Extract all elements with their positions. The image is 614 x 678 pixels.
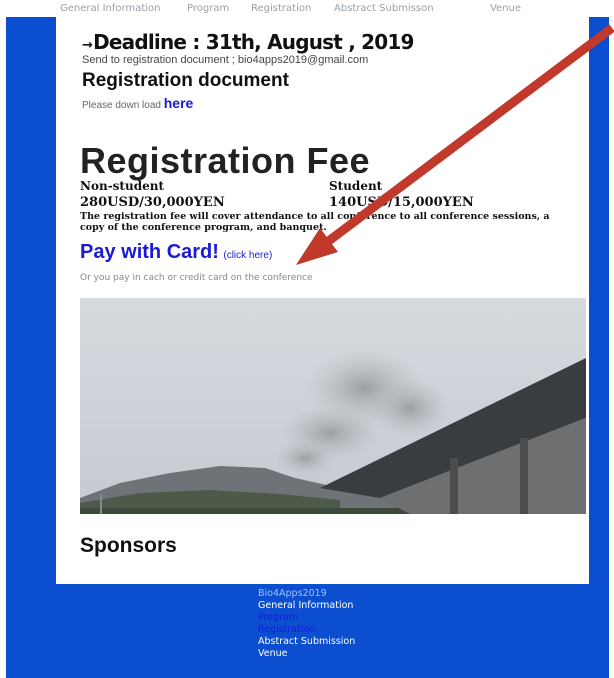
topnav-venue[interactable]: Venue (490, 3, 521, 14)
send-to-email-text: Send to registration document ; bio4apps… (82, 54, 369, 66)
non-student-price: 280USD/30,000YEN (80, 195, 225, 210)
pay-with-card-label: Pay with Card! (80, 241, 219, 263)
topnav-registration[interactable]: Registration (251, 3, 311, 14)
volcano-photo (80, 298, 586, 514)
deadline-heading: →Deadline : 31th, August , 2019 (82, 30, 414, 54)
top-navigation: General Information Program Registration… (0, 0, 614, 17)
volcano-photo-image (80, 298, 586, 514)
pay-with-card-link[interactable]: Pay with Card! (click here) (80, 241, 272, 264)
registration-document-heading: Registration document (82, 70, 289, 91)
download-prefix: Please down load (82, 100, 161, 111)
sponsors-heading: Sponsors (80, 534, 177, 557)
registration-fee-title: Registration Fee (80, 140, 371, 181)
arrow-right-icon: → (82, 38, 93, 53)
footer-link-program[interactable]: Program (258, 612, 355, 624)
footer-link-abstract-submission[interactable]: Abstract Submission (258, 636, 355, 648)
download-line: Please down load here (82, 95, 193, 111)
student-price: 140USD/15,000YEN (329, 195, 474, 210)
fee-coverage-note: The registration fee will cover attendan… (80, 211, 550, 233)
footer-link-registration[interactable]: Registration (258, 624, 355, 636)
footer-link-venue[interactable]: Venue (258, 648, 355, 660)
topnav-program[interactable]: Program (187, 3, 229, 14)
download-here-link[interactable]: here (164, 95, 194, 111)
student-label: Student (329, 179, 383, 193)
pay-at-conference-note: Or you pay in cach or credit card on the… (80, 273, 313, 283)
topnav-general-information[interactable]: General Information (60, 3, 160, 14)
footer-navigation: Bio4Apps2019 General Information Program… (258, 588, 355, 660)
non-student-label: Non-student (80, 179, 164, 193)
click-here-label: (click here) (223, 250, 273, 261)
footer-link-general-information[interactable]: General Information (258, 600, 355, 612)
deadline-text: Deadline : 31th, August , 2019 (93, 30, 414, 54)
footer-site-title: Bio4Apps2019 (258, 588, 327, 599)
topnav-abstract-submission[interactable]: Abstract Submisson (334, 3, 434, 14)
